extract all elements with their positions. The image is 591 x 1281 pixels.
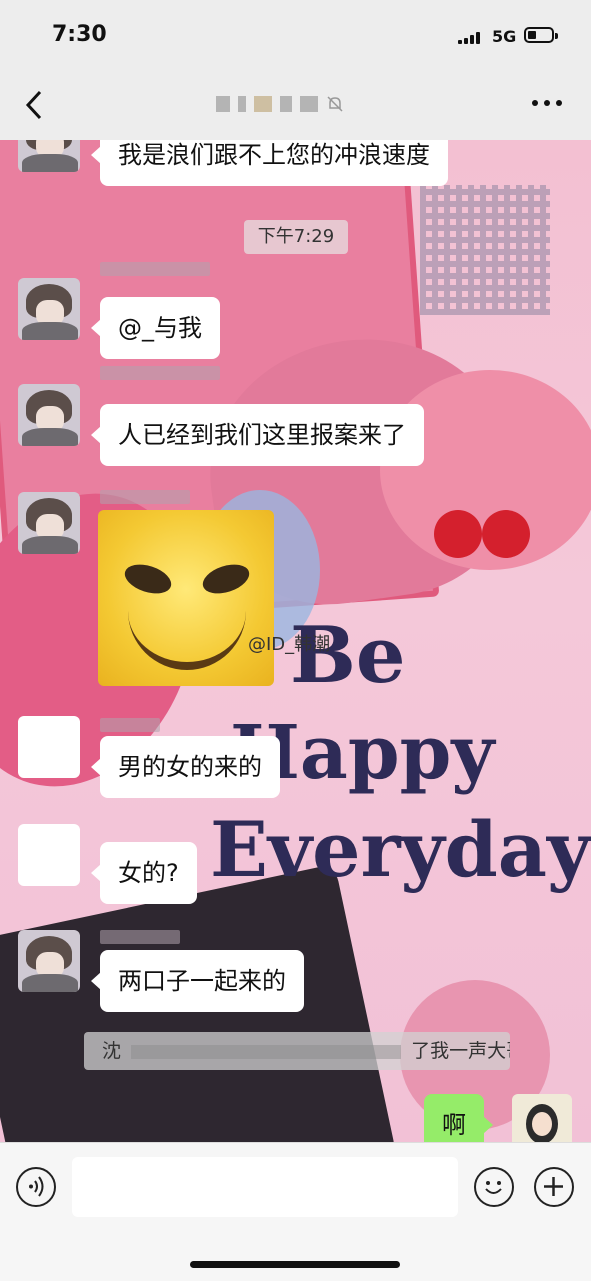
avatar[interactable]	[18, 716, 80, 778]
more-dots-icon[interactable]	[532, 100, 562, 110]
avatar[interactable]	[18, 930, 80, 992]
message-bubble[interactable]: 两口子一起来的	[91, 950, 304, 1012]
voice-icon[interactable]	[16, 1167, 56, 1207]
message-bubble[interactable]: @_与我	[91, 297, 220, 359]
sender-name	[100, 718, 160, 732]
wallpaper-text-everyday: Everyday	[210, 805, 591, 894]
chat-header	[0, 72, 591, 141]
system-notice-tail: 了我一声大哥	[411, 1040, 510, 1062]
system-notice: 沈 了我一声大哥	[84, 1032, 510, 1070]
sender-name	[100, 262, 210, 276]
message-input[interactable]	[72, 1157, 458, 1217]
status-bar: 7:30 5G	[0, 0, 591, 72]
my-avatar[interactable]	[512, 1094, 572, 1142]
chevron-left-icon[interactable]	[22, 88, 52, 122]
avatar[interactable]	[18, 384, 80, 446]
status-time: 7:30	[52, 22, 107, 47]
message-bubble[interactable]: 女的?	[91, 842, 197, 904]
sender-name	[100, 490, 190, 504]
emoji-icon[interactable]	[474, 1167, 514, 1207]
sender-name	[100, 366, 220, 380]
home-indicator[interactable]	[190, 1261, 400, 1268]
watermark-text: @ID_韩潮	[248, 634, 331, 655]
message-bubble[interactable]: 人已经到我们这里报案来了	[91, 404, 424, 466]
sender-name	[100, 930, 180, 944]
chat-title	[216, 92, 376, 116]
message-bubble[interactable]: 男的女的来的	[91, 736, 280, 798]
system-notice-head: 沈	[102, 1040, 122, 1062]
mute-bell-icon	[326, 95, 344, 113]
battery-icon	[524, 27, 558, 43]
cherry-icon	[430, 480, 540, 560]
redacted-block	[131, 1044, 402, 1059]
timestamp: 下午7:29	[244, 220, 348, 254]
message-bubble[interactable]: 我是浪们跟不上您的冲浪速度	[91, 140, 448, 186]
input-bar	[0, 1142, 591, 1281]
my-message-bubble[interactable]: 啊	[424, 1094, 493, 1142]
signal-icon	[458, 32, 486, 44]
sticker-image[interactable]	[98, 510, 274, 686]
avatar[interactable]	[18, 824, 80, 886]
avatar[interactable]	[18, 140, 80, 172]
plus-icon[interactable]	[534, 1167, 574, 1207]
avatar[interactable]	[18, 278, 80, 340]
network-label: 5G	[492, 27, 517, 46]
chat-area[interactable]: Be Happy Everyday 我是浪们跟不上您的冲浪速度 下午7:29 @…	[0, 140, 591, 1142]
qr-code-image	[420, 185, 550, 315]
avatar[interactable]	[18, 492, 80, 554]
